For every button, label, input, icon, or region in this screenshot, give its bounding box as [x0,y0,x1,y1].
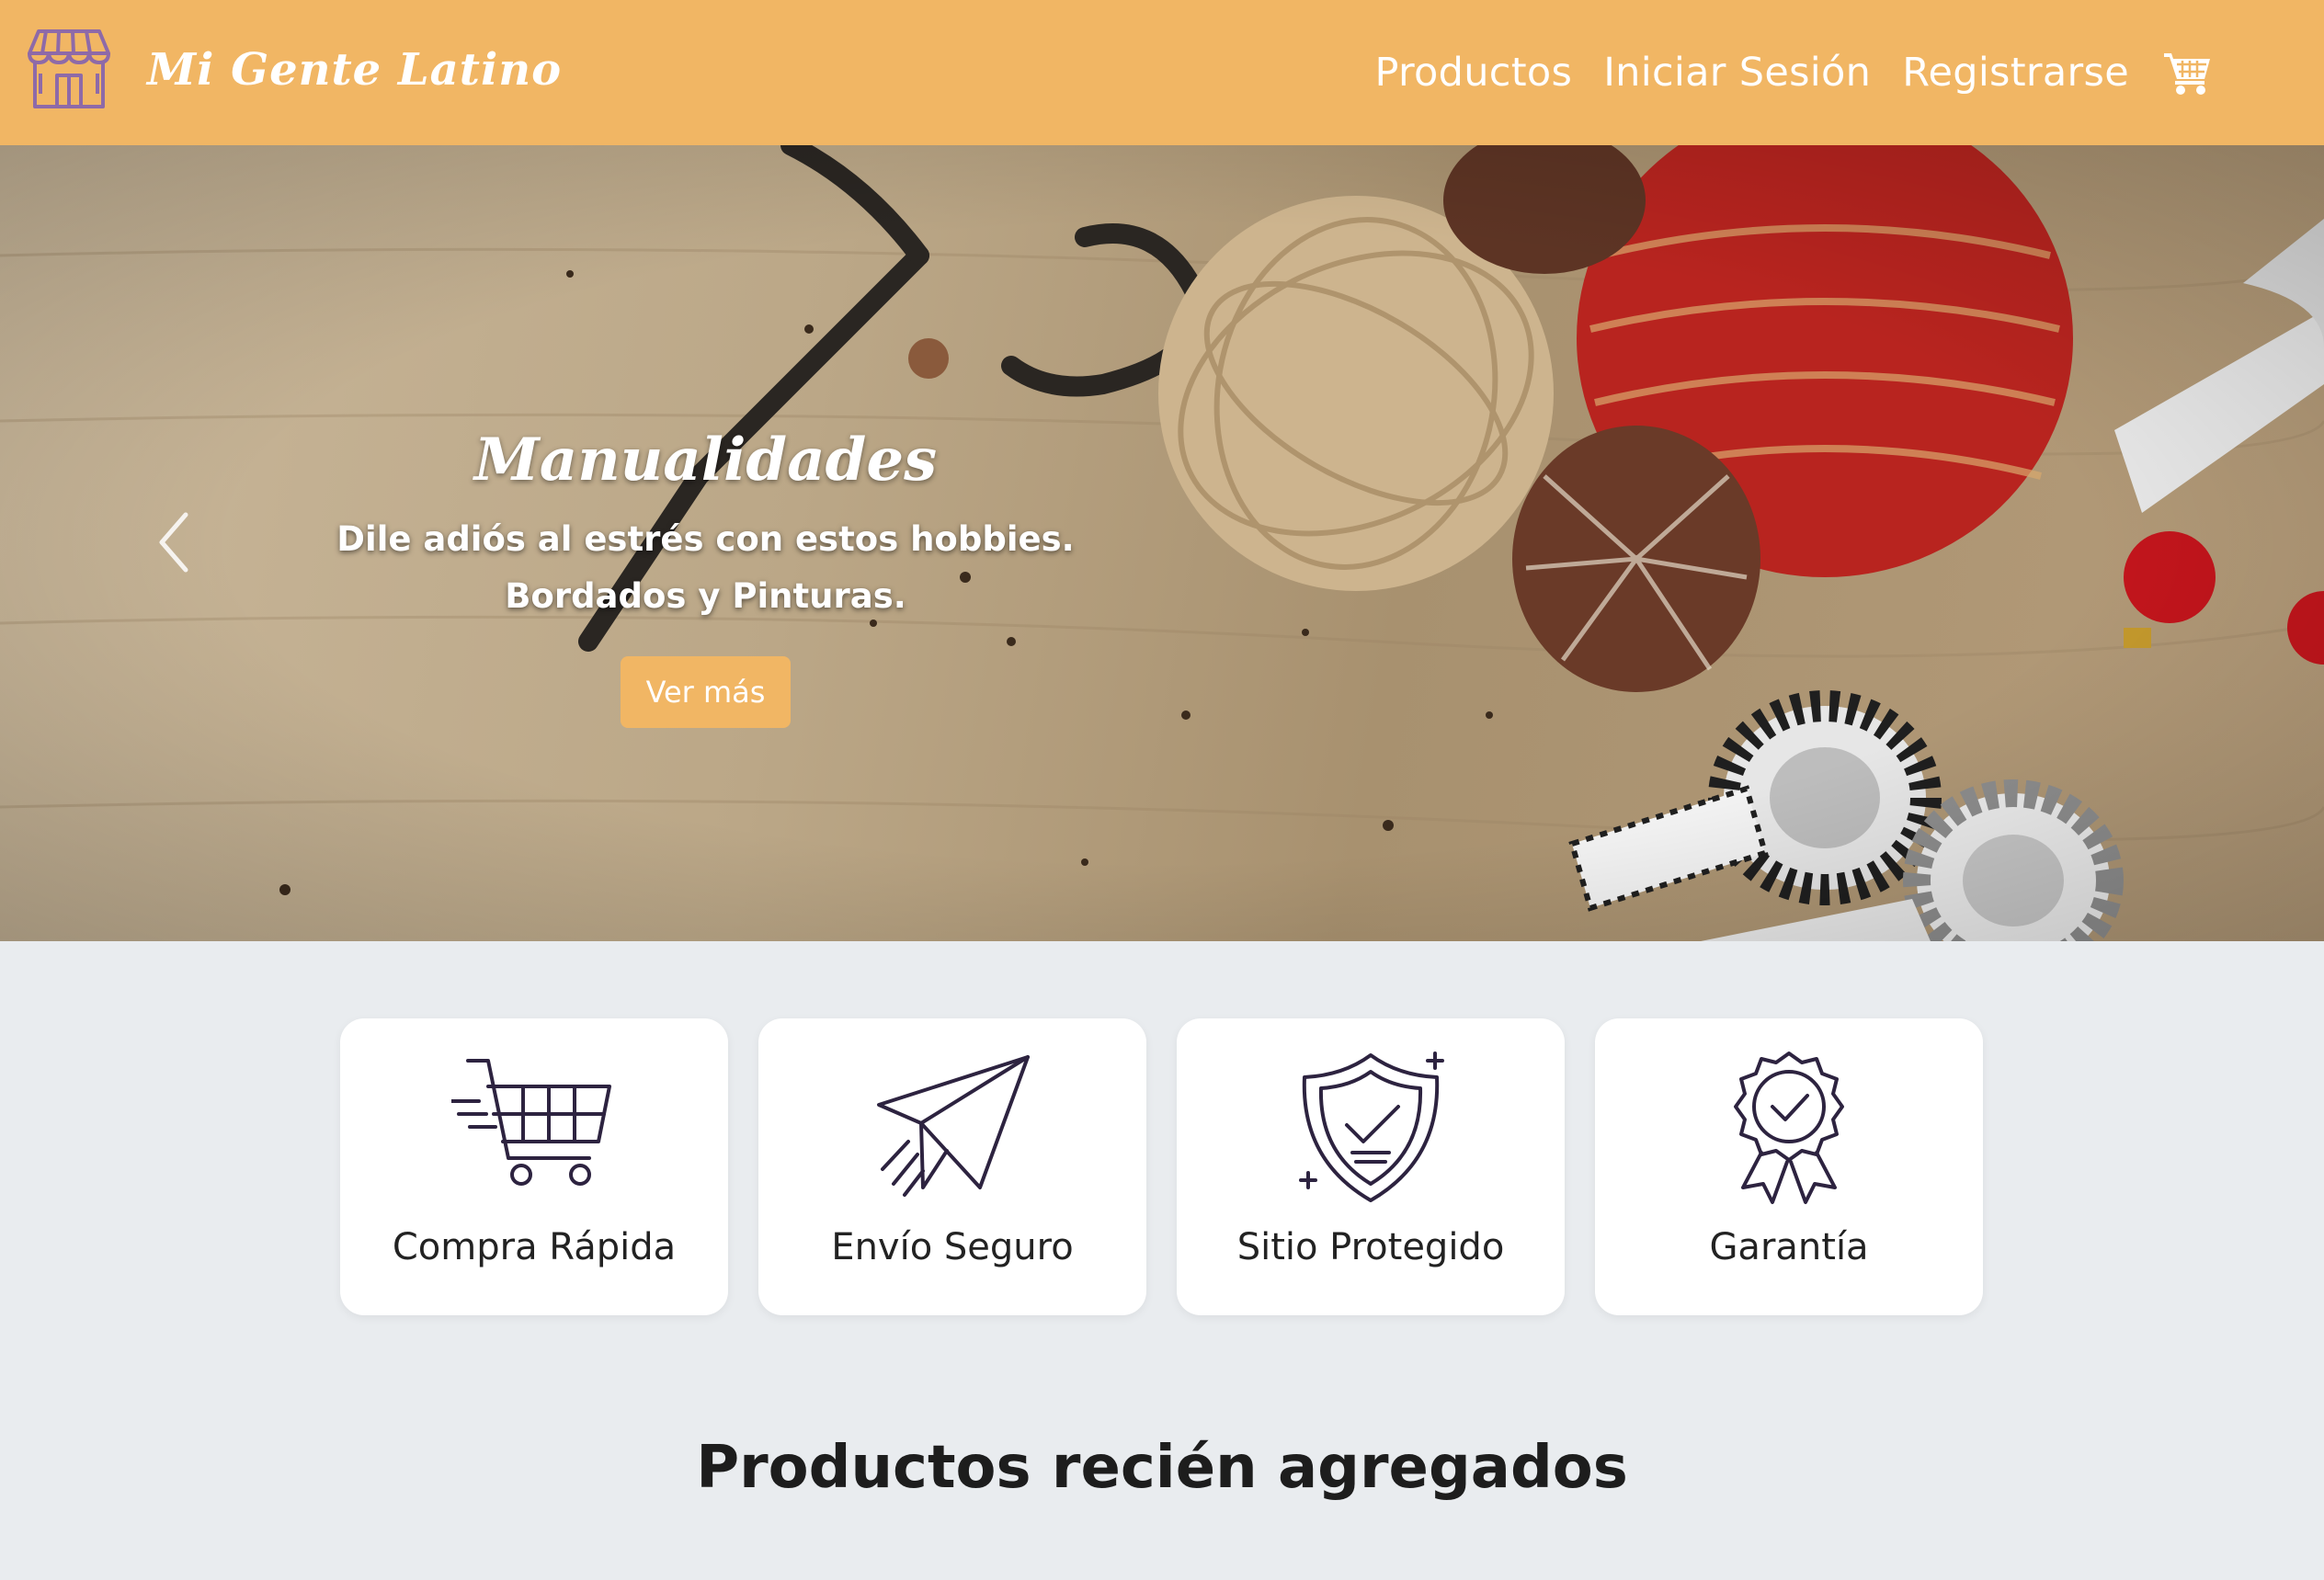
caption-line-1: Dile adiós al estrés con estos hobbies. [336,519,1075,559]
feature-label: Compra Rápida [392,1226,677,1268]
feature-label: Sitio Protegido [1236,1226,1505,1268]
ver-mas-button[interactable]: Ver más [620,656,792,728]
caption-text: Dile adiós al estrés con estos hobbies. … [303,511,1108,625]
fast-cart-icon [451,1059,611,1186]
caption-line-2: Bordados y Pinturas. [505,576,906,616]
brand-link[interactable]: Mi Gente Latino [26,28,562,112]
caption-title: Manualidades [473,426,938,494]
feature-card-garantia: Garantía [1595,1018,1983,1315]
feature-card-compra-rapida: Compra Rápida [340,1018,728,1315]
nav-link-iniciar-sesion[interactable]: Iniciar Sesión [1603,50,1871,96]
feature-label: Envío Seguro [831,1226,1074,1268]
features-row: Compra Rápida Envío Seguro Sitio Protegi… [340,1018,2013,1315]
section-title: Productos recién agregados [696,1434,1628,1502]
chevron-left-icon[interactable] [147,506,202,579]
feature-label: Garantía [1709,1226,1869,1268]
award-badge-icon [1734,1051,1844,1204]
nav-link-registrarse[interactable]: Registrarse [1902,50,2129,96]
paper-plane-icon [877,1055,1030,1197]
feature-card-sitio-protegido: Sitio Protegido [1177,1018,1565,1315]
hero-carousel: Manualidades Dile adiós al estrés con es… [0,145,2324,941]
feature-card-envio-seguro: Envío Seguro [758,1018,1146,1315]
nav-link-productos[interactable]: Productos [1375,50,1573,96]
shield-check-icon [1299,1051,1444,1202]
storefront-icon [28,29,110,108]
navbar: Mi Gente Latino Productos Iniciar Sesión… [0,0,2324,145]
carousel-caption: Manualidades Dile adiós al estrés con es… [303,426,1108,728]
cart-icon[interactable] [2162,50,2212,96]
nav-links: Productos Iniciar Sesión Registrarse [1344,0,2213,145]
brand-name: Mi Gente Latino [147,44,563,96]
